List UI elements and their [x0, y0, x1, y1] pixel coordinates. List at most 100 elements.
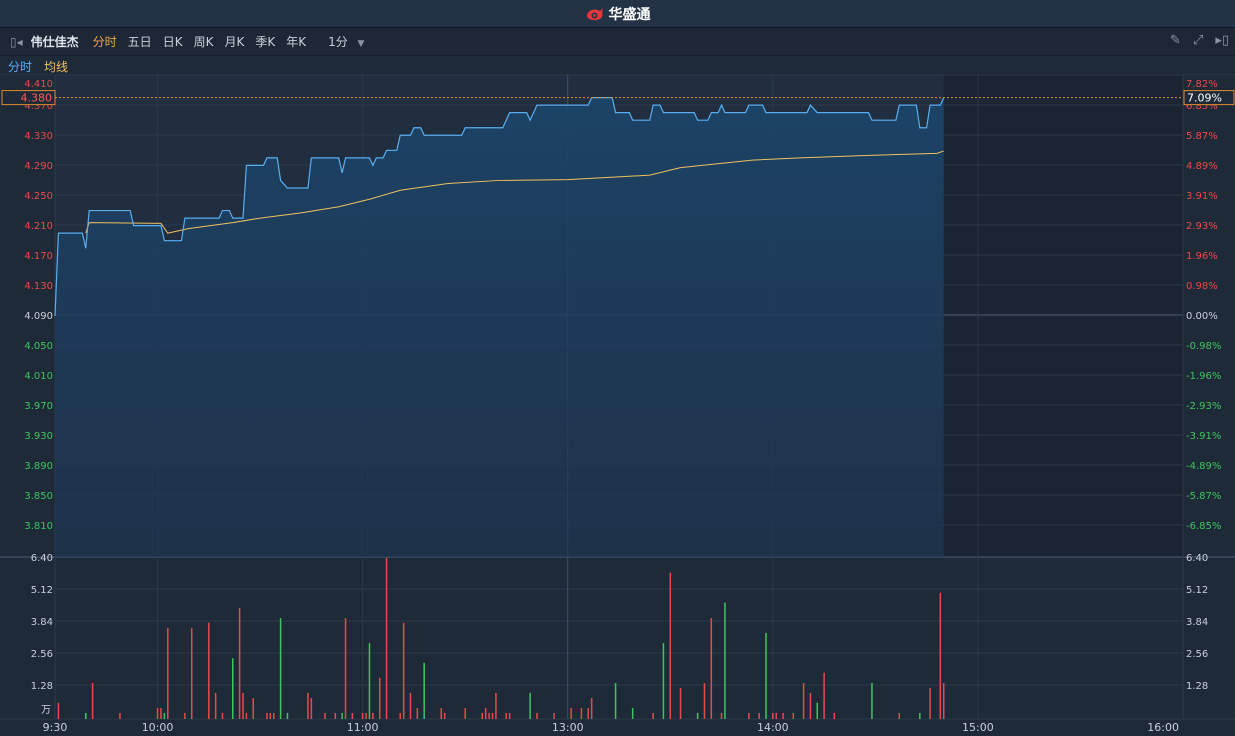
volume-bar	[443, 712, 446, 719]
right-axis-tick: 7.82%	[1186, 79, 1218, 90]
volume-bar	[929, 687, 931, 719]
volume-tick-right: 1.28	[1186, 681, 1208, 692]
volume-bar	[669, 572, 672, 719]
x-axis-tick: 9:30	[43, 721, 68, 734]
volume-bar	[402, 622, 405, 719]
volume-bar	[488, 712, 490, 719]
volume-bar	[939, 592, 942, 719]
volume-bar	[252, 697, 255, 719]
volume-bar	[269, 712, 272, 719]
right-axis-tick: -4.89%	[1186, 461, 1221, 472]
volume-bar	[898, 712, 901, 719]
volume-bar	[399, 712, 401, 719]
volume-bar	[156, 708, 159, 719]
volume-bar	[553, 712, 555, 719]
volume-bar	[231, 658, 234, 719]
left-axis-tick: 4.290	[24, 161, 53, 172]
volume-bar	[570, 708, 572, 719]
volume-bar	[273, 712, 275, 719]
volume-bar	[809, 692, 812, 719]
volume-bar	[208, 622, 210, 719]
volume-bar	[679, 687, 682, 719]
right-axis-tick: 4.89%	[1186, 161, 1218, 172]
volume-bar	[238, 608, 241, 719]
left-axis-tick: 3.890	[24, 461, 53, 472]
volume-bar	[816, 702, 819, 719]
volume-tick-left: 5.12	[31, 585, 53, 596]
volume-tick-left: 6.40	[31, 553, 53, 564]
volume-bar	[536, 712, 538, 719]
current-change-label: 7.09%	[1187, 92, 1222, 105]
intraday-chart: 4.410 7.82%4.370 6.85%4.330 5.87%4.290 4.89%…	[0, 74, 1235, 734]
right-axis-tick: 0.98%	[1186, 281, 1218, 292]
volume-bar	[823, 672, 825, 719]
right-axis-tick: -5.87%	[1186, 491, 1221, 502]
volume-bar	[772, 712, 774, 719]
volume-bar	[368, 643, 371, 719]
volume-bar	[361, 712, 364, 719]
volume-bar	[614, 683, 617, 719]
future-region	[943, 75, 1183, 557]
volume-bar	[491, 712, 494, 719]
volume-bar	[802, 683, 805, 719]
volume-bar	[409, 692, 412, 719]
volume-bar	[662, 643, 665, 719]
right-axis-tick: 0.00%	[1186, 311, 1218, 322]
volume-bar	[652, 712, 654, 719]
volume-bar	[167, 627, 169, 719]
x-axis-tick: 16:00	[1147, 721, 1179, 734]
volume-bar	[792, 712, 795, 719]
volume-tick-left: 3.84	[31, 617, 53, 628]
volume-bar	[580, 708, 583, 719]
volume-bar	[758, 712, 760, 719]
volume-bar	[307, 692, 309, 719]
right-axis-tick: 1.96%	[1186, 251, 1218, 262]
volume-bar	[91, 683, 94, 719]
x-axis-tick: 14:00	[757, 721, 789, 734]
volume-bar	[423, 662, 425, 719]
volume-bar	[85, 712, 87, 719]
volume-bar	[214, 692, 217, 719]
volume-bar	[631, 708, 634, 719]
volume-bar	[57, 702, 60, 719]
volume-bar	[587, 708, 589, 719]
volume-bar	[279, 618, 282, 719]
volume-bar	[505, 712, 507, 719]
volume-bar	[464, 708, 466, 719]
x-axis-tick: 11:00	[347, 721, 379, 734]
volume-bar	[266, 712, 268, 719]
left-axis-tick: 4.210	[24, 221, 53, 232]
volume-bar	[495, 692, 497, 719]
volume-bar	[245, 712, 248, 719]
volume-bar	[508, 712, 511, 719]
right-axis-tick: 2.93%	[1186, 221, 1218, 232]
volume-bar	[341, 712, 343, 719]
volume-bar	[365, 712, 367, 719]
left-axis-tick: 4.330	[24, 131, 53, 142]
left-axis-tick: 4.010	[24, 371, 53, 382]
volume-bar	[378, 677, 381, 719]
volume-bar	[833, 712, 836, 719]
volume-tick-right: 3.84	[1186, 617, 1208, 628]
volume-tick-right: 2.56	[1186, 649, 1208, 660]
right-axis-tick: -2.93%	[1186, 401, 1221, 412]
volume-unit: 万	[41, 705, 51, 716]
volume-bar	[351, 712, 354, 719]
volume-bar	[385, 557, 388, 719]
volume-tick-left: 1.28	[31, 681, 53, 692]
volume-bar	[720, 712, 723, 719]
volume-bar	[748, 712, 750, 719]
volume-bar	[942, 683, 945, 719]
volume-bar	[163, 712, 166, 719]
volume-bar	[184, 712, 186, 719]
right-axis-tick: 3.91%	[1186, 191, 1218, 202]
volume-bar	[590, 697, 593, 719]
volume-bar	[310, 697, 313, 719]
left-axis-tick: 3.850	[24, 491, 53, 502]
volume-bar	[324, 712, 326, 719]
left-axis-tick: 4.250	[24, 191, 53, 202]
volume-bar	[765, 632, 767, 719]
left-axis-tick: 4.050	[24, 341, 53, 352]
volume-bar	[221, 712, 224, 719]
volume-bar	[696, 712, 699, 719]
